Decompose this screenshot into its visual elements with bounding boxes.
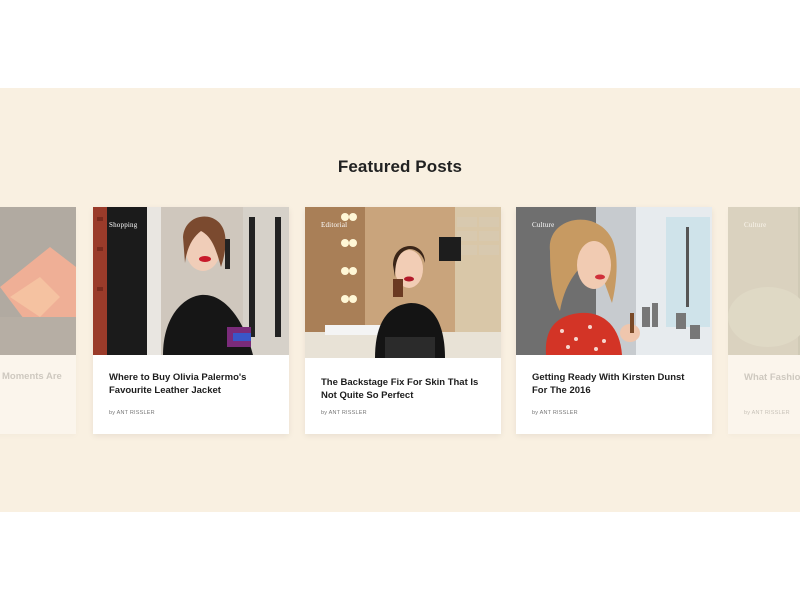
post-author: by ANT RISSLER [744, 410, 790, 416]
post-thumbnail[interactable] [0, 207, 76, 355]
post-image [728, 207, 800, 355]
post-card[interactable]: Editorial The Backstage Fix For Skin Tha… [305, 207, 501, 434]
post-image [305, 207, 501, 358]
post-author: by ANT RISSLER [109, 410, 155, 416]
post-author: by ANT RISSLER [321, 410, 367, 416]
post-image [0, 207, 76, 355]
post-image [516, 207, 712, 355]
post-thumbnail[interactable]: Shopping [93, 207, 289, 355]
post-title[interactable]: Where to Buy Olivia Palermo's Favourite … [109, 371, 275, 397]
post-thumbnail[interactable]: Culture [516, 207, 712, 355]
post-category-tag[interactable]: Culture [532, 221, 554, 229]
post-card-next[interactable]: Culture What Fashion Aldi—No, Ser by ANT… [728, 207, 800, 434]
post-title[interactable]: Getting Ready With Kirsten Dunst For The… [532, 371, 698, 397]
post-card[interactable]: Shopping Where to Buy Olivia Palermo's F… [93, 207, 289, 434]
post-image [93, 207, 289, 355]
post-title[interactable]: Moments Are [2, 370, 62, 383]
post-card-previous[interactable]: Moments Are [0, 207, 76, 434]
post-category-tag[interactable]: Culture [744, 221, 766, 229]
post-thumbnail[interactable]: Culture [728, 207, 800, 355]
post-thumbnail[interactable]: Editorial [305, 207, 501, 358]
post-category-tag[interactable]: Editorial [321, 221, 347, 229]
post-author: by ANT RISSLER [532, 410, 578, 416]
section-title: Featured Posts [337, 157, 463, 176]
post-title[interactable]: The Backstage Fix For Skin That Is Not Q… [321, 376, 487, 402]
post-category-tag[interactable]: Shopping [109, 221, 137, 229]
page: Featured Posts Moments Are Shopping Wher… [0, 0, 800, 600]
post-card[interactable]: Culture Getting Ready With Kirsten Dunst… [516, 207, 712, 434]
post-title[interactable]: What Fashion Aldi—No, Ser [744, 371, 800, 384]
